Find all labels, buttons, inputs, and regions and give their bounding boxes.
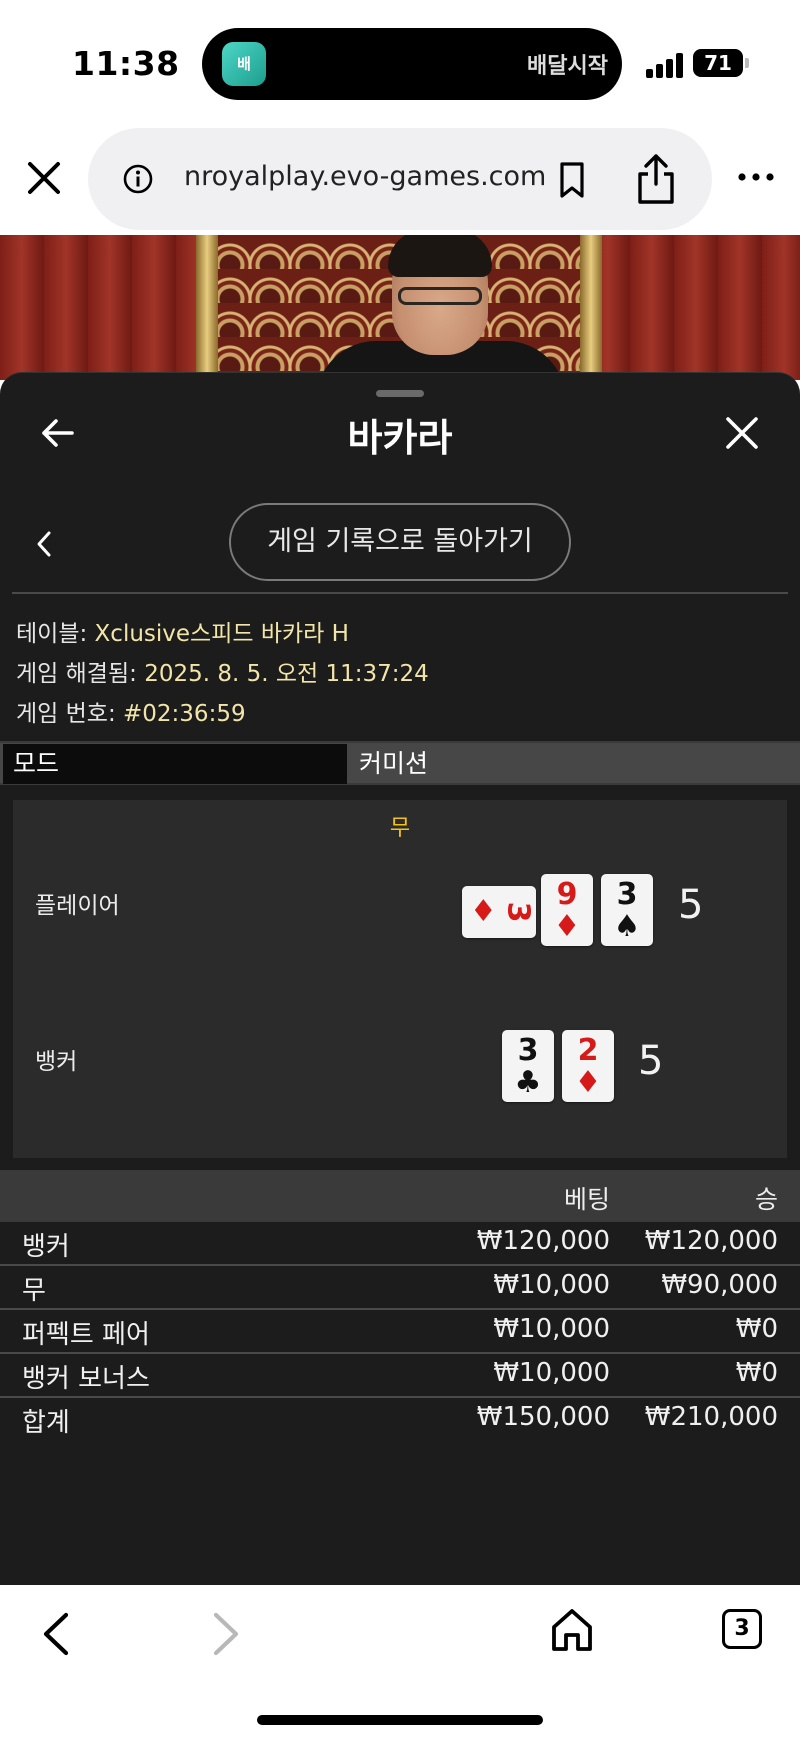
player-card-2-suit: ♦ — [553, 909, 581, 944]
banker-card-2-rank: 2 — [577, 1033, 599, 1068]
island-activity-text: 배달시작 — [527, 54, 608, 79]
url-text: nroyalplay.evo-games.com — [184, 161, 547, 192]
player-card-3-rank: 3 — [616, 877, 638, 912]
banker-total: 5 — [638, 1038, 664, 1084]
bet-name: 뱅커 보너스 — [22, 1364, 150, 1394]
bet-name: 무 — [22, 1276, 46, 1306]
dynamic-island[interactable]: 배 배달시작 — [202, 28, 622, 100]
player-card-1: ♦ 3 — [462, 886, 536, 938]
bet-column-header: 베팅 — [563, 1185, 610, 1214]
banker-label: 뱅커 — [35, 1049, 78, 1075]
live-dealer-video — [0, 235, 800, 380]
resolved-info: 게임 해결됨: 2025. 8. 5. 오전 11:37:24 — [16, 654, 429, 688]
player-total: 5 — [678, 882, 704, 928]
banker-card-2: 2 ♦ — [562, 1030, 614, 1102]
total-win: ₩210,000 — [644, 1402, 778, 1432]
win-amount: ₩0 — [735, 1358, 778, 1388]
bet-amount: ₩10,000 — [493, 1270, 610, 1300]
back-icon[interactable] — [38, 1609, 74, 1659]
bet-amount: ₩10,000 — [493, 1314, 610, 1344]
outcome-label: 무 — [389, 816, 411, 841]
player-label: 플레이어 — [35, 893, 120, 919]
table-row: 뱅커 ₩120,000 ₩120,000 — [0, 1224, 800, 1266]
player-card-3-suit: ♠ — [613, 909, 641, 944]
dealer-hair — [388, 235, 492, 277]
chevron-left-icon[interactable] — [34, 529, 54, 559]
table-info: 테이블: Xclusive스피드 바카라 H — [16, 614, 349, 648]
game-number-value: #02:36:59 — [123, 701, 246, 727]
screen: 11:38 배 배달시작 71 nroyalplay.evo-games.com — [0, 0, 800, 1740]
resolved-label: 게임 해결됨: — [16, 661, 137, 687]
cellular-signal-icon — [646, 52, 684, 78]
info-icon[interactable] — [122, 163, 154, 195]
win-amount: ₩0 — [735, 1314, 778, 1344]
table-label: 테이블: — [16, 621, 88, 647]
game-number-info: 게임 번호: #02:36:59 — [16, 694, 246, 728]
back-arrow-icon[interactable] — [38, 413, 78, 453]
win-amount: ₩120,000 — [644, 1226, 778, 1256]
table-row: 뱅커 보너스 ₩10,000 ₩0 — [0, 1356, 800, 1398]
back-to-history-button[interactable]: 게임 기록으로 돌아가기 — [229, 503, 571, 581]
banker-card-2-suit: ♦ — [574, 1065, 602, 1100]
mode-label: 모드 — [3, 744, 347, 784]
status-bar: 11:38 배 배달시작 71 — [0, 0, 800, 120]
player-card-2-rank: 9 — [556, 877, 578, 912]
gold-pillar-left — [196, 235, 218, 380]
sheet-drag-handle[interactable] — [376, 390, 424, 397]
commission-label: 커미션 — [359, 749, 429, 778]
banker-card-1: 3 ♣ — [502, 1030, 554, 1102]
home-indicator[interactable] — [257, 1715, 543, 1725]
gold-pillar-right — [580, 235, 602, 380]
sheet-title: 바카라 — [347, 416, 453, 460]
player-card-1-rank: 3 — [500, 901, 536, 923]
table-value: Xclusive스피드 바카라 H — [94, 621, 349, 647]
total-label: 합계 — [22, 1408, 70, 1438]
divider — [12, 592, 788, 594]
tabs-count-button[interactable]: 3 — [722, 1609, 762, 1649]
table-row: 무 ₩10,000 ₩90,000 — [0, 1268, 800, 1310]
browser-top-bar: nroyalplay.evo-games.com — [0, 120, 800, 235]
bet-name: 뱅커 — [22, 1232, 70, 1262]
forward-icon[interactable] — [208, 1609, 244, 1659]
battery-tip — [745, 58, 749, 68]
mode-row: 모드 커미션 — [0, 741, 800, 785]
win-amount: ₩90,000 — [661, 1270, 778, 1300]
close-icon[interactable] — [722, 413, 762, 453]
address-bar[interactable]: nroyalplay.evo-games.com — [88, 128, 712, 230]
table-row: 퍼펙트 페어 ₩10,000 ₩0 — [0, 1312, 800, 1354]
browser-bottom-toolbar: 3 — [0, 1585, 800, 1740]
dealer-glasses — [398, 287, 482, 305]
bookmark-icon[interactable] — [554, 160, 590, 200]
delivery-app-icon: 배 — [222, 42, 266, 86]
share-icon[interactable] — [634, 152, 678, 206]
banker-card-1-rank: 3 — [517, 1033, 539, 1068]
round-result-panel: 무 플레이어 ♦ 3 9 ♦ 3 ♠ 5 뱅커 3 ♣ 2 ♦ 5 — [13, 800, 787, 1158]
banker-card-1-suit: ♣ — [514, 1065, 542, 1100]
home-icon[interactable] — [550, 1607, 594, 1653]
resolved-value: 2025. 8. 5. 오전 11:37:24 — [144, 661, 429, 687]
game-number-label: 게임 번호: — [16, 701, 116, 727]
red-curtain-left — [0, 235, 210, 380]
bet-amount: ₩120,000 — [476, 1226, 610, 1256]
red-curtain-right — [586, 235, 800, 380]
total-row: 합계 ₩150,000 ₩210,000 — [0, 1400, 800, 1442]
total-bet: ₩150,000 — [476, 1402, 610, 1432]
player-card-3: 3 ♠ — [601, 874, 653, 946]
game-history-sheet: 바카라 게임 기록으로 돌아가기 테이블: Xclusive스피드 바카라 H … — [0, 372, 800, 1585]
bets-table-header: 베팅 승 — [0, 1170, 800, 1222]
more-options-icon[interactable] — [736, 170, 776, 184]
player-card-2: 9 ♦ — [541, 874, 593, 946]
bet-name: 퍼펙트 페어 — [22, 1320, 150, 1350]
win-column-header: 승 — [754, 1185, 778, 1214]
status-time: 11:38 — [72, 44, 180, 83]
close-tab-icon[interactable] — [24, 158, 64, 198]
battery-icon: 71 — [693, 49, 743, 77]
bet-amount: ₩10,000 — [493, 1358, 610, 1388]
